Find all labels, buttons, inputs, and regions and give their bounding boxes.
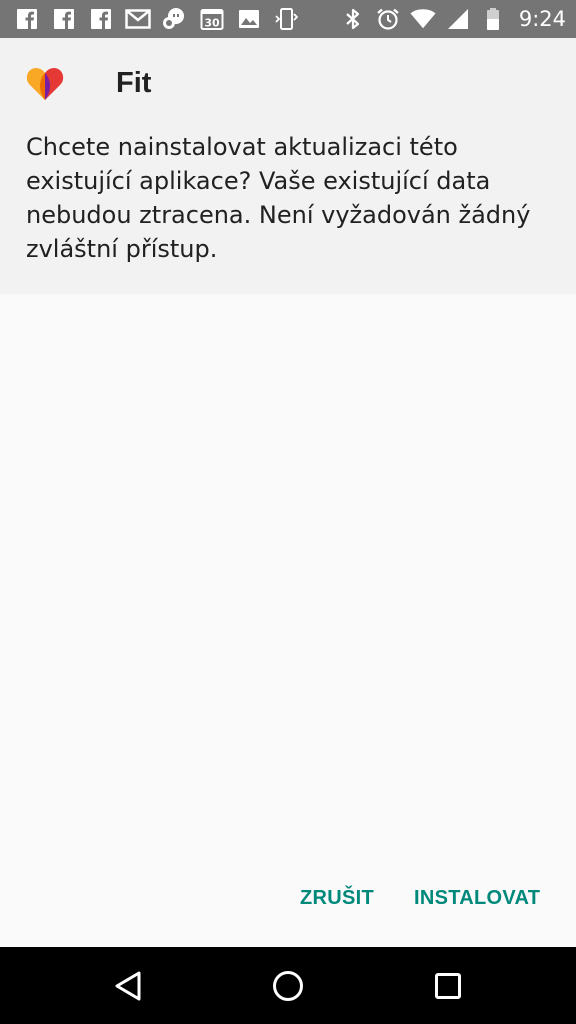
google-fit-heart-icon xyxy=(26,67,64,101)
phone-sync-icon xyxy=(273,6,299,32)
install-update-screen: 30 9:24 Fit Chcete nainstalovat aktualiz… xyxy=(0,0,576,1024)
system-icons: 9:24 xyxy=(340,6,566,32)
cell-signal-icon xyxy=(445,6,471,32)
facebook-icon xyxy=(51,6,77,32)
calendar-day-text: 30 xyxy=(204,17,220,30)
install-button[interactable]: INSTALOVAT xyxy=(414,876,540,920)
image-icon xyxy=(236,6,262,32)
status-bar: 30 9:24 xyxy=(0,0,576,38)
cancel-button[interactable]: ZRUŠIT xyxy=(300,876,374,920)
status-clock: 9:24 xyxy=(518,7,566,31)
hangouts-icon xyxy=(162,6,188,32)
bluetooth-icon xyxy=(340,6,366,32)
facebook-icon xyxy=(14,6,40,32)
recents-icon[interactable] xyxy=(427,965,469,1007)
wifi-icon xyxy=(410,6,436,32)
navigation-bar xyxy=(0,947,576,1024)
alarm-icon xyxy=(375,6,401,32)
notification-icons: 30 xyxy=(14,6,299,32)
battery-icon xyxy=(480,6,506,32)
calendar-icon: 30 xyxy=(199,6,225,32)
facebook-icon xyxy=(88,6,114,32)
gmail-icon xyxy=(125,6,151,32)
app-title: Fit xyxy=(116,67,152,99)
home-icon[interactable] xyxy=(267,965,309,1007)
install-message: Chcete nainstalovat aktualizaci této exi… xyxy=(26,133,531,263)
back-icon[interactable] xyxy=(107,965,149,1007)
dialog-header: Fit Chcete nainstalovat aktualizaci této… xyxy=(0,38,576,294)
